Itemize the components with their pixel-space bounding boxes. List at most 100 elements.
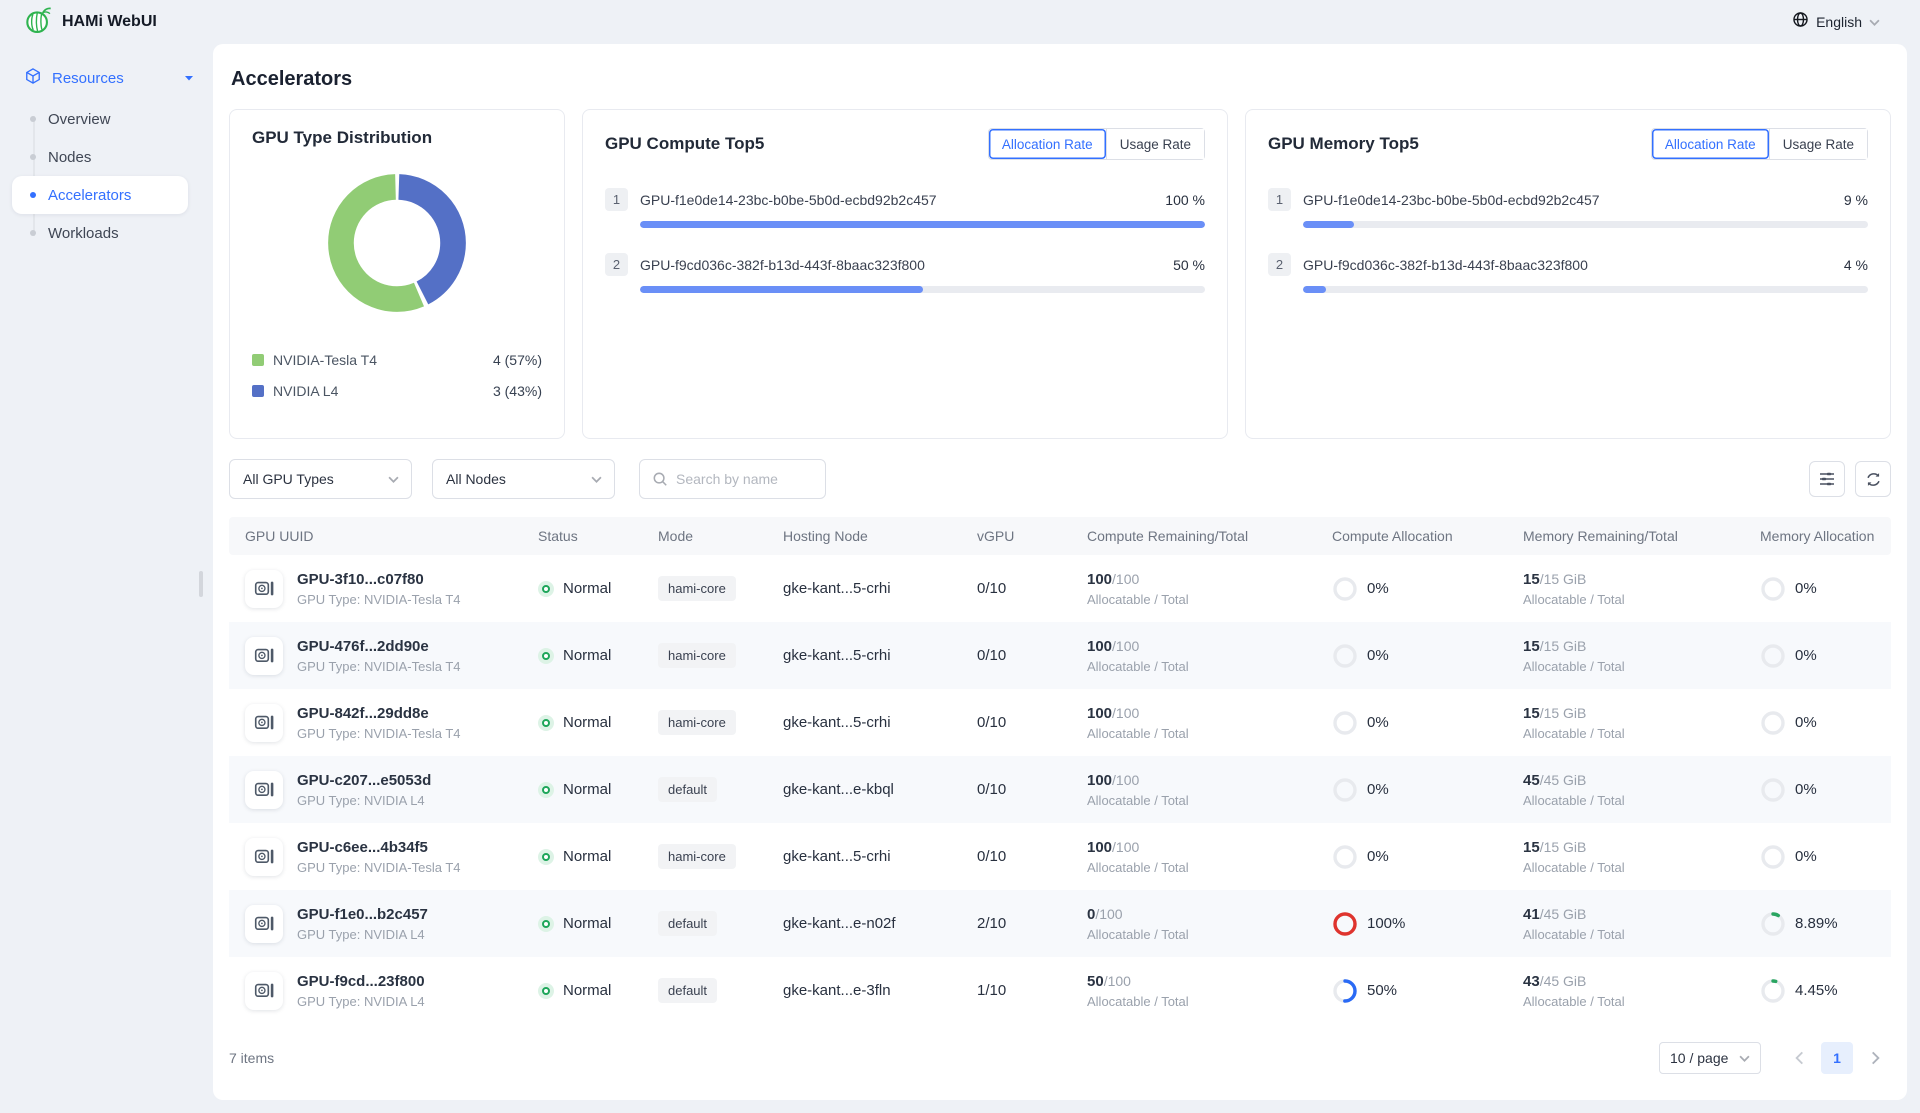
allocation-rate-tab[interactable]: Allocation Rate xyxy=(989,129,1106,159)
gpu-type-donut-chart xyxy=(252,154,542,332)
hosting-node: gke-kant...5-crhi xyxy=(767,580,961,597)
distribution-card-title: GPU Type Distribution xyxy=(252,128,542,148)
allocatable-caption: Allocatable / Total xyxy=(1523,860,1744,875)
memory-allocation-ring xyxy=(1760,576,1786,602)
memory-allocation-ring xyxy=(1760,710,1786,736)
memory-allocation-ring xyxy=(1760,978,1786,1004)
compute-allocation-ring xyxy=(1332,576,1358,602)
language-selector[interactable]: English xyxy=(1792,11,1880,33)
top5-entry: 2 GPU-f9cd036c-382f-b13d-443f-8baac323f8… xyxy=(1268,253,1868,293)
compute-total: /100 xyxy=(1095,906,1122,922)
column-settings-button[interactable] xyxy=(1809,461,1845,497)
search-input[interactable] xyxy=(676,471,806,487)
refresh-button[interactable] xyxy=(1855,461,1891,497)
prev-page-button[interactable] xyxy=(1783,1042,1815,1074)
sidebar-nodes-label: Nodes xyxy=(48,149,91,166)
page-title: Accelerators xyxy=(231,68,1891,91)
gpu-type: GPU Type: NVIDIA-Tesla T4 xyxy=(297,860,461,875)
rank-badge: 2 xyxy=(1268,253,1291,276)
gpu-uuid[interactable]: GPU-f1e0...b2c457 xyxy=(297,906,428,923)
hosting-node: gke-kant...e-kbql xyxy=(767,781,961,798)
vgpu-value: 0/10 xyxy=(961,647,1071,664)
gpu-uuid[interactable]: GPU-842f...29dd8e xyxy=(297,705,461,722)
hosting-node: gke-kant...5-crhi xyxy=(767,714,961,731)
mode-chip: hami-core xyxy=(658,576,736,601)
allocation-rate-tab[interactable]: Allocation Rate xyxy=(1652,129,1769,159)
gpu-card-icon xyxy=(245,972,283,1010)
sidebar-item-overview[interactable]: Overview xyxy=(0,100,213,138)
compute-allocation-value: 0% xyxy=(1367,848,1389,865)
mode-chip: hami-core xyxy=(658,844,736,869)
allocatable-caption: Allocatable / Total xyxy=(1523,726,1744,741)
sidebar-item-accelerators[interactable]: Accelerators xyxy=(12,176,188,214)
memory-total: /45 GiB xyxy=(1540,973,1587,989)
compute-remaining: 50 xyxy=(1087,973,1104,990)
sidebar-resources-label: Resources xyxy=(52,70,173,87)
scrollbar-thumb[interactable] xyxy=(199,571,203,597)
search-box xyxy=(639,459,826,499)
status-normal-icon xyxy=(538,648,554,664)
page-size-select[interactable]: 10 / page xyxy=(1659,1042,1761,1074)
chevron-left-icon xyxy=(1795,1051,1804,1065)
usage-rate-tab[interactable]: Usage Rate xyxy=(1769,129,1867,159)
compute-total: /100 xyxy=(1112,839,1139,855)
table-footer: 7 items 10 / page 1 xyxy=(229,1042,1891,1074)
gpu-uuid[interactable]: GPU-c207...e5053d xyxy=(297,772,431,789)
memory-remaining: 15 xyxy=(1523,571,1540,588)
gpu-type: GPU Type: NVIDIA L4 xyxy=(297,793,431,808)
refresh-icon xyxy=(1865,471,1882,488)
col-hosting-node: Hosting Node xyxy=(767,528,961,544)
compute-total: /100 xyxy=(1112,638,1139,654)
memory-remaining: 41 xyxy=(1523,906,1540,923)
sidebar-overview-label: Overview xyxy=(48,111,111,128)
sidebar-item-nodes[interactable]: Nodes xyxy=(0,138,213,176)
mode-chip: hami-core xyxy=(658,643,736,668)
sidebar-item-resources[interactable]: Resources xyxy=(0,58,213,98)
legend-swatch-blue xyxy=(252,385,264,397)
gpu-type-select[interactable]: All GPU Types xyxy=(229,459,412,499)
memory-allocation-value: 0% xyxy=(1795,580,1817,597)
gpu-uuid[interactable]: GPU-3f10...c07f80 xyxy=(297,571,461,588)
compute-allocation-value: 0% xyxy=(1367,580,1389,597)
status-normal-icon xyxy=(538,782,554,798)
compute-total: /100 xyxy=(1112,772,1139,788)
compute-allocation-ring xyxy=(1332,777,1358,803)
gpu-name: GPU-f1e0de14-23bc-b0be-5b0d-ecbd92b2c457 xyxy=(1303,192,1832,208)
compute-allocation-value: 0% xyxy=(1367,647,1389,664)
progress-track xyxy=(640,286,1205,293)
gpu-card-icon xyxy=(245,838,283,876)
node-select[interactable]: All Nodes xyxy=(432,459,615,499)
gpu-uuid[interactable]: GPU-476f...2dd90e xyxy=(297,638,461,655)
rank-badge: 1 xyxy=(605,188,628,211)
col-gpu-uuid: GPU UUID xyxy=(229,528,522,544)
progress-fill xyxy=(640,221,1205,228)
next-page-button[interactable] xyxy=(1859,1042,1891,1074)
compute-total: /100 xyxy=(1112,571,1139,587)
memory-remaining: 15 xyxy=(1523,705,1540,722)
brand-title: HAMi WebUI xyxy=(62,13,157,31)
gpu-type: GPU Type: NVIDIA-Tesla T4 xyxy=(297,592,461,607)
memory-allocation-ring xyxy=(1760,643,1786,669)
memory-remaining: 15 xyxy=(1523,638,1540,655)
hosting-node: gke-kant...5-crhi xyxy=(767,647,961,664)
allocatable-caption: Allocatable / Total xyxy=(1087,592,1316,607)
menu-dot-icon xyxy=(30,116,36,122)
table-header: GPU UUID Status Mode Hosting Node vGPU C… xyxy=(229,517,1891,555)
legend-item-l4[interactable]: NVIDIA L4 3 (43%) xyxy=(252,375,542,406)
page-number-1[interactable]: 1 xyxy=(1821,1042,1853,1074)
gpu-uuid[interactable]: GPU-c6ee...4b34f5 xyxy=(297,839,461,856)
memory-allocation-value: 0% xyxy=(1795,647,1817,664)
gpu-uuid[interactable]: GPU-f9cd...23f800 xyxy=(297,973,425,990)
memory-allocation-value: 0% xyxy=(1795,781,1817,798)
sidebar-item-workloads[interactable]: Workloads xyxy=(0,214,213,252)
status-text: Normal xyxy=(563,647,611,664)
hosting-node: gke-kant...e-3fln xyxy=(767,982,961,999)
mode-chip: default xyxy=(658,777,717,802)
gpu-card-icon xyxy=(245,637,283,675)
status-normal-icon xyxy=(538,715,554,731)
usage-rate-tab[interactable]: Usage Rate xyxy=(1106,129,1204,159)
vgpu-value: 0/10 xyxy=(961,781,1071,798)
sidebar: Resources Overview Nodes Accelerators xyxy=(0,44,213,1113)
legend-item-tesla-t4[interactable]: NVIDIA-Tesla T4 4 (57%) xyxy=(252,344,542,375)
allocatable-caption: Allocatable / Total xyxy=(1087,994,1316,1009)
